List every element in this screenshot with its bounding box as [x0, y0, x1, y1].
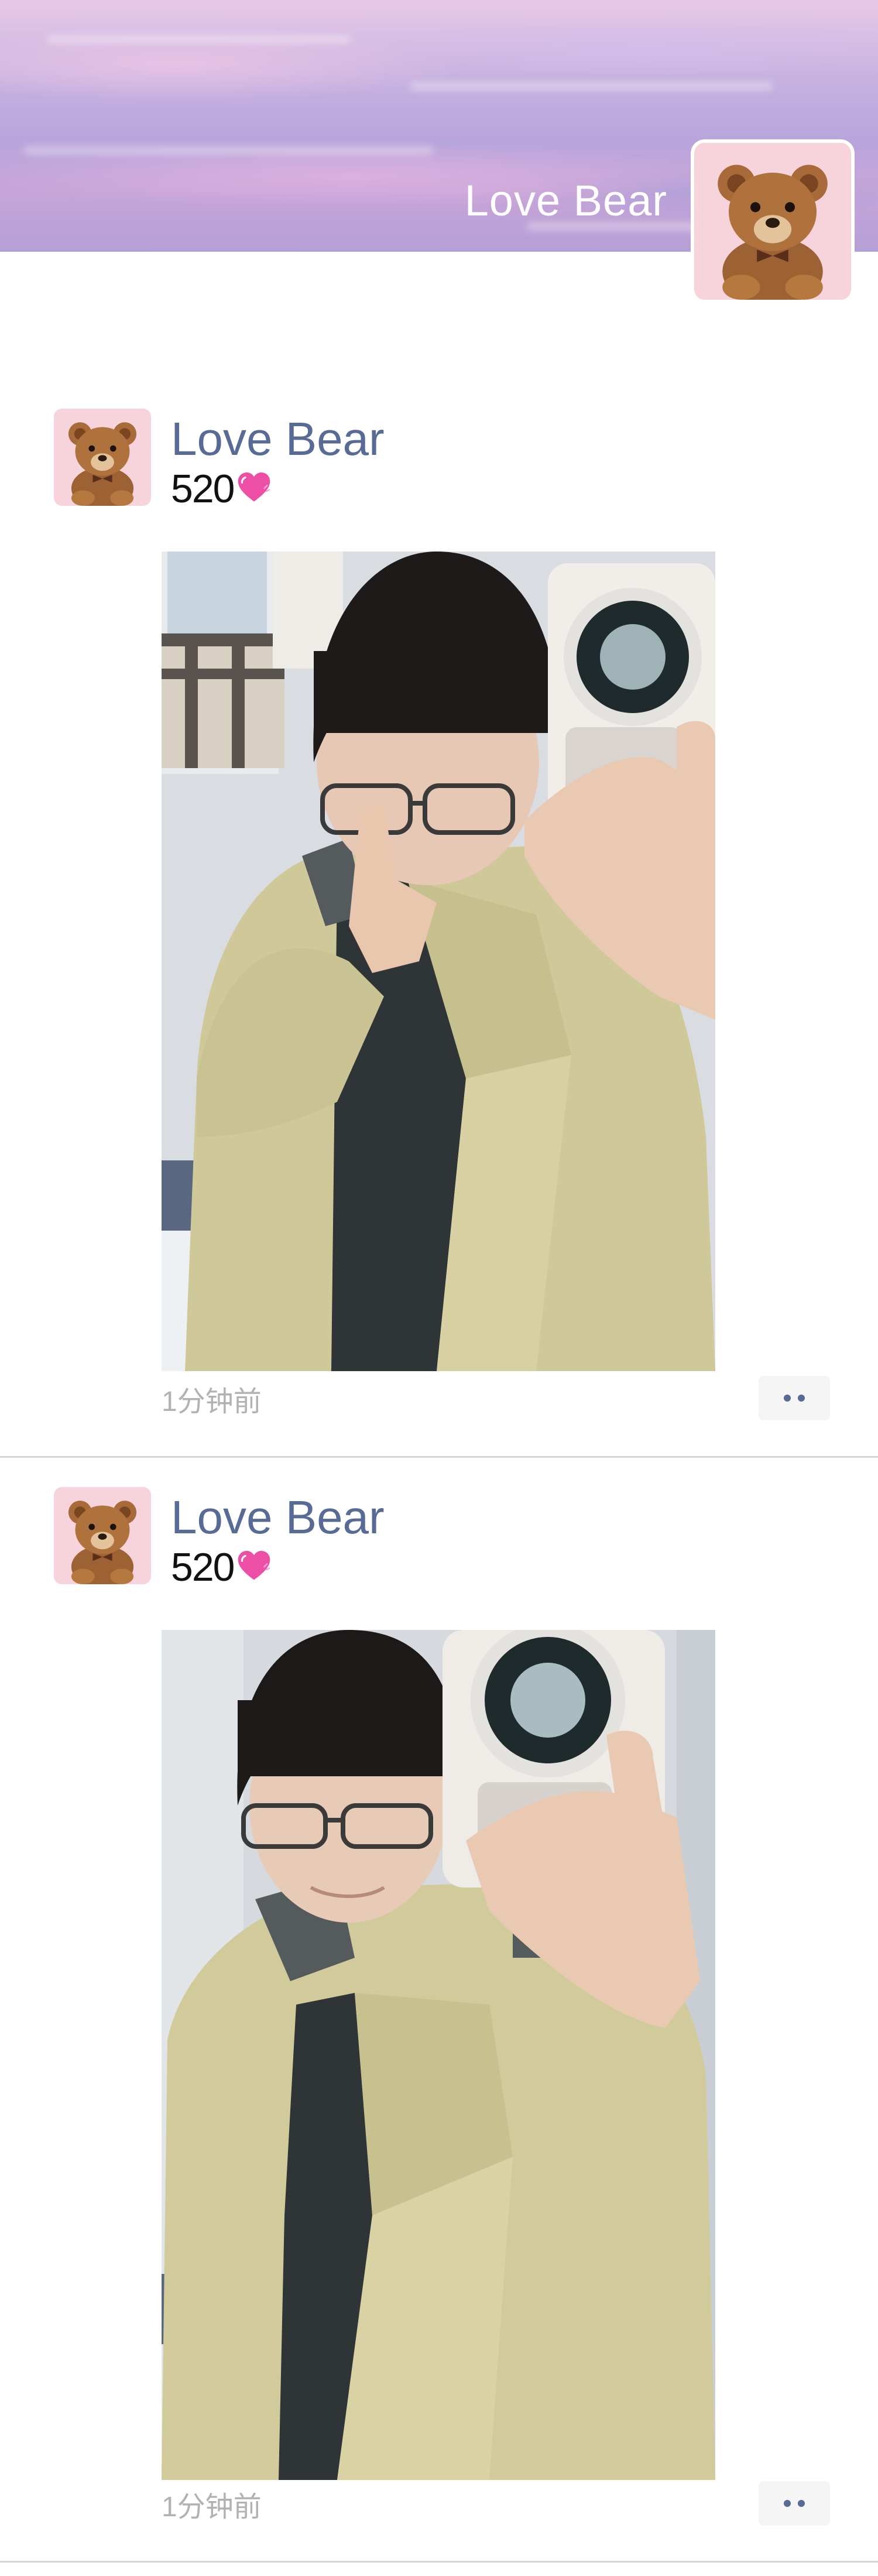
- post-author-avatar[interactable]: [54, 409, 151, 506]
- more-dots-icon: [798, 1395, 805, 1402]
- teddy-bear-icon: [694, 143, 851, 300]
- more-actions-button[interactable]: [759, 2481, 830, 2526]
- post-divider: [0, 1456, 878, 1458]
- post-author-name[interactable]: Love Bear: [171, 1491, 385, 1544]
- post-divider: [0, 2561, 878, 2563]
- more-dots-icon: [784, 1395, 791, 1402]
- post-text-content: 520: [171, 467, 235, 511]
- post-author-avatar[interactable]: [54, 1487, 151, 1584]
- profile-avatar[interactable]: [694, 143, 851, 300]
- teddy-bear-icon: [54, 409, 151, 506]
- post-text-content: 520: [171, 1545, 235, 1590]
- post-timestamp: 1分钟前: [162, 2492, 262, 2523]
- post-text: 520: [171, 1544, 272, 1590]
- moment-post: Love Bear 520 1分钟前: [0, 1487, 878, 2564]
- pink-heart-icon: [236, 470, 272, 506]
- pink-heart-icon: [236, 1548, 272, 1584]
- post-photo[interactable]: [162, 1630, 715, 2480]
- moment-post: Love Bear 520 1分钟前: [0, 409, 878, 1457]
- post-photo[interactable]: [162, 551, 715, 1371]
- teddy-bear-icon: [54, 1487, 151, 1584]
- more-dots-icon: [798, 2500, 805, 2507]
- more-actions-button[interactable]: [759, 1376, 830, 1420]
- post-author-name[interactable]: Love Bear: [171, 412, 385, 466]
- more-dots-icon: [784, 2500, 791, 2507]
- post-timestamp: 1分钟前: [162, 1386, 262, 1417]
- cover-user-name: Love Bear: [464, 176, 667, 225]
- post-text: 520: [171, 466, 272, 512]
